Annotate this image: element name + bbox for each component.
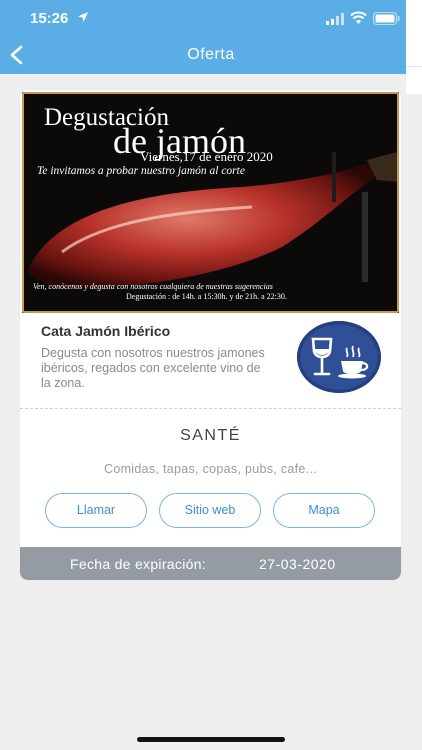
expiry-date: 27-03-2020	[259, 556, 336, 572]
side-strip	[406, 0, 422, 94]
location-arrow-icon	[78, 12, 88, 22]
website-button[interactable]: Sitio web	[159, 493, 261, 528]
status-time: 15:26	[30, 10, 69, 27]
signal-icon	[326, 13, 344, 25]
shop-name: SANTÉ	[180, 427, 241, 444]
banner-frame	[22, 92, 399, 313]
top-header: 15:26 Oferta	[0, 0, 406, 74]
offer-title: Cata Jamón Ibérico	[41, 323, 171, 339]
wine-and-coffee-icon	[297, 321, 381, 393]
page-title: Oferta	[187, 46, 235, 63]
map-button[interactable]: Mapa	[273, 493, 375, 528]
home-indicator[interactable]	[137, 737, 285, 742]
expiry-bar: Fecha de expiración: 27-03-2020	[20, 547, 401, 580]
status-bar: 15:26	[0, 0, 406, 36]
offer-card: Degustación de jamón Viernes,17 de enero…	[20, 90, 401, 580]
call-button[interactable]: Llamar	[45, 493, 147, 528]
battery-icon	[373, 12, 400, 25]
expiry-label: Fecha de expiración:	[70, 556, 206, 572]
offer-description: Degusta con nosotros nuestros jamones ib…	[41, 346, 265, 390]
offer-banner-image[interactable]: Degustación de jamón Viernes,17 de enero…	[22, 92, 399, 313]
wifi-icon	[350, 11, 367, 24]
shop-categories: Comidas, tapas, copas, pubs, cafe...	[104, 462, 317, 476]
card-divider	[20, 408, 401, 409]
strip-divider	[406, 66, 422, 67]
